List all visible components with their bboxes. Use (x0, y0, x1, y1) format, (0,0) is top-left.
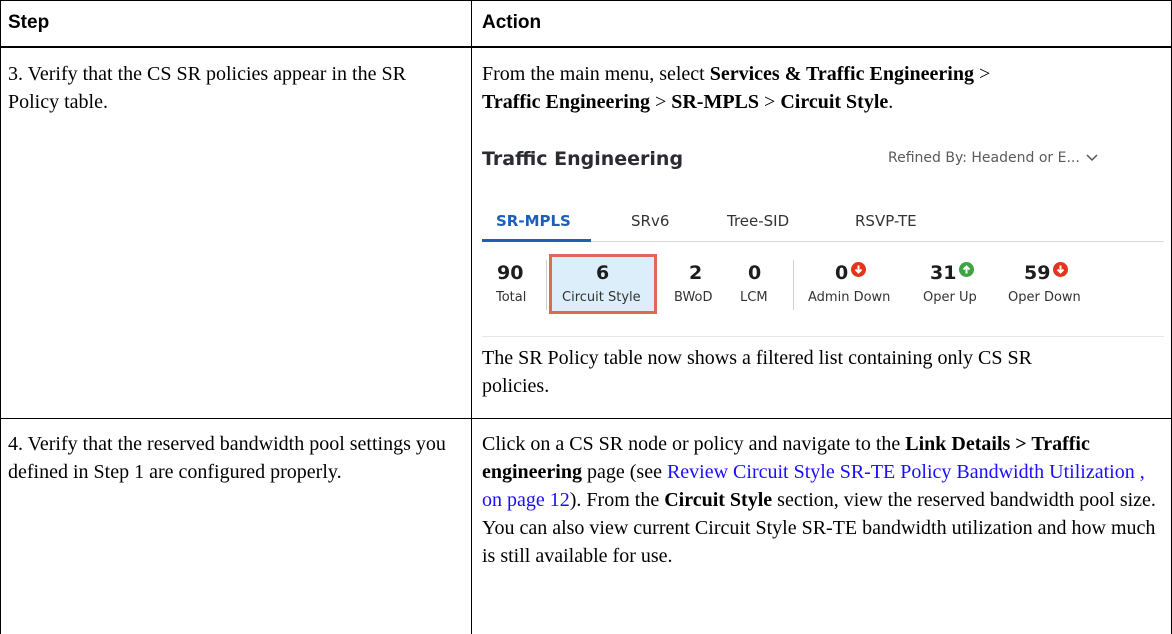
row-divider (0, 418, 1172, 419)
step-3-action: From the main menu, select Services & Tr… (482, 60, 1166, 116)
action-text: Click on a CS SR node or policy and navi… (482, 433, 906, 455)
stat-circuit-style-value[interactable]: 6 (596, 262, 609, 284)
tab-tree-sid[interactable]: Tree-SID (727, 212, 789, 230)
circuit-style-section-name: Circuit Style (664, 489, 773, 511)
chevron-down-icon (1086, 150, 1098, 166)
action-text: From the main menu, select (482, 63, 710, 85)
path-separator: > (759, 91, 781, 113)
active-tab-indicator (482, 239, 591, 242)
te-panel-title: Traffic Engineering (482, 148, 684, 170)
menu-path-traffic-engineering: Traffic Engineering (482, 91, 650, 113)
stat-oper-up-label: Oper Up (923, 290, 977, 305)
path-separator: > (649, 91, 672, 113)
oper-up-number: 31 (930, 262, 957, 284)
stat-admin-down-value[interactable]: 0 (835, 262, 867, 284)
steps-table: Step Action 3. Verify that the CS SR pol… (0, 0, 1172, 634)
step-3-result-text: The SR Policy table now shows a filtered… (482, 347, 1032, 397)
stat-oper-down-label: Oper Down (1008, 290, 1081, 305)
menu-path-sr-mpls: SR-MPLS (671, 91, 760, 113)
stat-total-value[interactable]: 90 (497, 262, 523, 284)
stat-oper-up-value[interactable]: 31 (930, 262, 975, 284)
arrow-down-icon (851, 262, 867, 277)
stat-lcm-value[interactable]: 0 (748, 262, 761, 284)
arrow-up-icon (959, 262, 975, 277)
stat-divider (793, 260, 794, 310)
stat-bwod-value[interactable]: 2 (689, 262, 702, 284)
path-separator: > (973, 63, 991, 85)
stat-bwod-label: BWoD (674, 290, 713, 305)
header-action: Action (482, 12, 542, 33)
stats-bottom-divider (482, 336, 1164, 337)
table-left-border (0, 0, 1, 634)
table-top-border (0, 0, 1172, 1)
stat-admin-down-label: Admin Down (808, 290, 891, 305)
step-3-text: 3. Verify that the CS SR policies appear… (8, 63, 406, 113)
period: . (888, 91, 894, 113)
stat-oper-down-value[interactable]: 59 (1024, 262, 1069, 284)
stat-lcm-label: LCM (740, 290, 768, 305)
header-step: Step (8, 12, 50, 33)
admin-down-number: 0 (835, 262, 849, 284)
menu-path-circuit-style: Circuit Style (780, 91, 889, 113)
step-4-action: Click on a CS SR node or policy and navi… (482, 430, 1166, 570)
stat-circuit-style-label: Circuit Style (562, 290, 641, 305)
refined-by-dropdown[interactable]: Refined By: Headend or E... (888, 150, 1098, 166)
menu-path-services: Services & Traffic Engineering (709, 63, 974, 85)
header-bottom-border (0, 46, 1172, 48)
tab-sr-mpls[interactable]: SR-MPLS (496, 212, 571, 230)
action-text: ). From the (569, 489, 665, 511)
action-text: page (see (582, 461, 667, 483)
tab-srv6[interactable]: SRv6 (631, 212, 669, 230)
refined-by-label: Refined By: Headend or E... (888, 150, 1080, 166)
oper-down-number: 59 (1024, 262, 1051, 284)
stat-total-label: Total (496, 290, 527, 305)
arrow-down-icon (1053, 262, 1069, 277)
stat-divider (546, 260, 547, 310)
tab-rsvp-te[interactable]: RSVP-TE (855, 212, 917, 230)
column-divider (471, 0, 472, 634)
step-4-text: 4. Verify that the reserved bandwidth po… (8, 433, 446, 483)
